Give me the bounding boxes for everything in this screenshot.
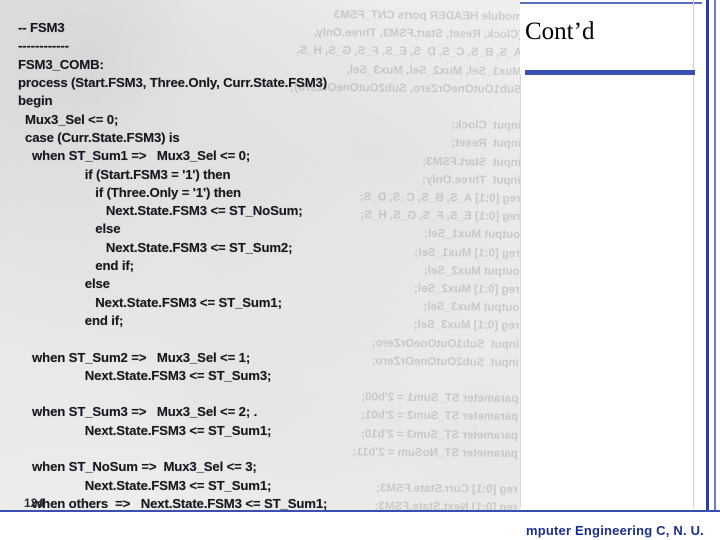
slide: module HEADER ports CNT_FSM3 (Clock, Res… (0, 0, 720, 540)
right-accent-bar-secondary (714, 0, 716, 512)
content-panel (520, 74, 696, 508)
page-title: Cont’d (525, 18, 595, 45)
content-panel-border (693, 0, 694, 508)
right-accent-bar (706, 0, 709, 512)
footer-text: mputer Engineering C, N. U. (525, 523, 704, 538)
slide-title-box: Cont’d (525, 18, 695, 75)
vhdl-code-listing: -- FSM3 ------------ FSM3_COMB: process … (18, 20, 328, 511)
page-number: 124 (24, 496, 45, 510)
header-divider (520, 2, 718, 4)
title-underline (525, 70, 695, 75)
scanned-code-image: module HEADER ports CNT_FSM3 (Clock, Res… (0, 0, 520, 512)
right-margin (702, 0, 720, 540)
